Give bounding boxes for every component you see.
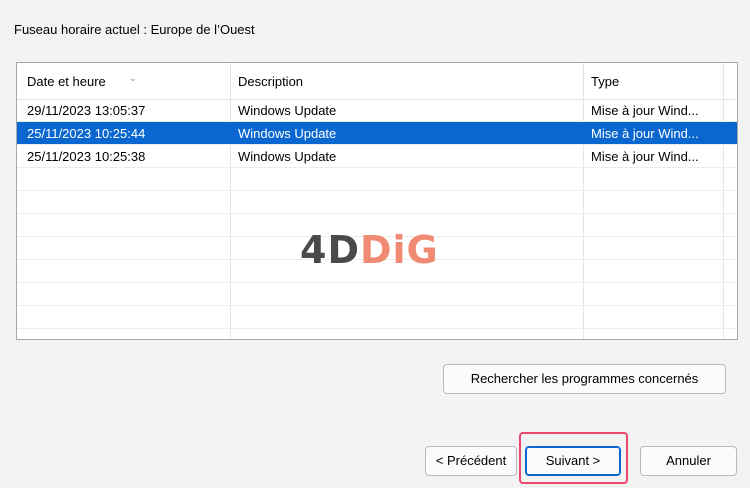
watermark-logo: 4DDiG — [300, 228, 439, 272]
empty-row — [17, 283, 737, 306]
cell-date: 25/11/2023 10:25:38 — [27, 149, 146, 164]
list-header: Date et heure ⌄ Description Type — [17, 63, 737, 100]
empty-row — [17, 191, 737, 214]
restore-points-list[interactable]: Date et heure ⌄ Description Type 29/11/2… — [16, 62, 738, 340]
empty-row — [17, 168, 737, 191]
empty-row — [17, 306, 737, 329]
table-row[interactable]: 29/11/2023 13:05:37 Windows Update Mise … — [17, 99, 737, 122]
column-header-type[interactable]: Type — [591, 74, 619, 89]
cell-date: 29/11/2023 13:05:37 — [27, 103, 146, 118]
empty-row — [17, 329, 737, 339]
cell-description: Windows Update — [238, 103, 337, 118]
timezone-label: Fuseau horaire actuel : Europe de l’Oues… — [14, 22, 255, 37]
cell-date: 25/11/2023 10:25:44 — [27, 126, 146, 141]
table-row[interactable]: 25/11/2023 10:25:38 Windows Update Mise … — [17, 145, 737, 168]
cell-type: Mise à jour Wind... — [591, 103, 699, 118]
column-header-date[interactable]: Date et heure ⌄ — [27, 73, 137, 89]
cell-type: Mise à jour Wind... — [591, 149, 699, 164]
cell-description: Windows Update — [238, 149, 337, 164]
next-button[interactable]: Suivant > — [525, 446, 621, 476]
column-header-description[interactable]: Description — [238, 74, 303, 89]
chevron-down-icon: ⌄ — [129, 73, 137, 83]
cancel-button[interactable]: Annuler — [640, 446, 737, 476]
cell-type: Mise à jour Wind... — [591, 126, 699, 141]
table-row-selected[interactable]: 25/11/2023 10:25:44 Windows Update Mise … — [17, 122, 737, 145]
list-rows: 29/11/2023 13:05:37 Windows Update Mise … — [17, 99, 737, 339]
find-affected-programs-button[interactable]: Rechercher les programmes concernés — [443, 364, 726, 394]
cell-description: Windows Update — [238, 126, 337, 141]
previous-button[interactable]: < Précédent — [425, 446, 517, 476]
